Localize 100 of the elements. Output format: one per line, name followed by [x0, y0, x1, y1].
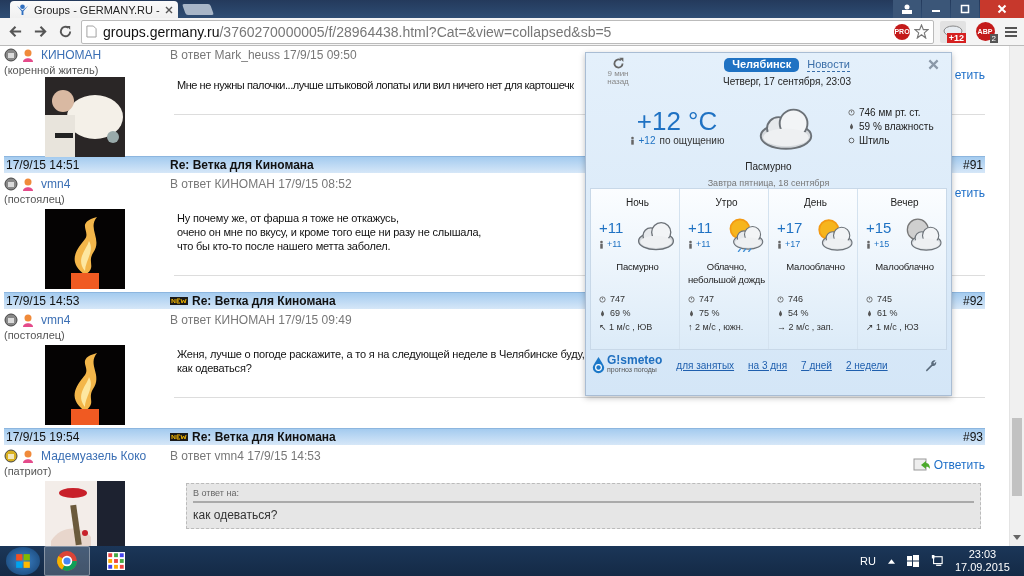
reply-icon — [912, 458, 931, 472]
quote-label: В ответ на: — [193, 488, 240, 498]
page-icon — [86, 25, 97, 38]
caret-up-icon[interactable] — [887, 558, 895, 564]
post-number: #93 — [962, 430, 984, 444]
clock-date[interactable]: 17.09.2015 — [954, 561, 1010, 574]
start-button[interactable] — [6, 547, 40, 575]
post-number: #91 — [962, 158, 984, 172]
condition-text: Пасмурно — [744, 161, 793, 172]
wrench-icon[interactable] — [924, 358, 937, 372]
forward-icon[interactable] — [33, 24, 48, 39]
gauge-icon — [599, 295, 606, 303]
pressure-text: 747 — [610, 294, 626, 304]
user-rank: (коренной житель) — [4, 64, 100, 76]
user-rank: (патриот) — [4, 465, 53, 477]
period-condition: Пасмурно — [615, 260, 660, 274]
wind-text: ↗ 1 м/с , ЮЗ — [866, 322, 919, 332]
temperature: +12 °C — [636, 106, 718, 135]
quote-text: как одеваться? — [193, 508, 279, 522]
wind-text: Штиль — [859, 134, 890, 146]
period-temperature: +17 — [777, 219, 803, 236]
humidity-text: 75 % — [699, 308, 720, 318]
date-time: Четверг, 17 сентября, 23:03 — [723, 76, 851, 87]
back-icon[interactable] — [8, 24, 23, 39]
period-condition: Облачно, небольшой дождь — [688, 260, 765, 287]
browser-taskbar-button[interactable] — [44, 546, 90, 576]
updated-text: 9 мин — [607, 70, 629, 78]
browser-tab[interactable]: Groups - GERMANY.RU - — [10, 1, 178, 18]
user-button[interactable] — [893, 0, 921, 18]
reply-to-text: В ответ Mark_heuss 17/9/15 09:50 — [170, 48, 357, 62]
wind-text: ↑ 2 м/с , южн. — [688, 322, 744, 332]
reply-link[interactable]: етить — [954, 186, 985, 200]
windows-logo-icon — [15, 553, 31, 569]
username-link[interactable]: КИНОМАН — [41, 48, 102, 62]
clock-time[interactable]: 23:03 — [968, 548, 997, 561]
reply-to-text: В ответ vmn4 17/9/15 14:53 — [170, 449, 321, 463]
user-rank: (постоялец) — [4, 329, 66, 341]
url-path: /3760270000005/f/28964438.html?Cat=&view=collapsed&sb=5 — [219, 23, 612, 40]
star-icon[interactable] — [914, 24, 929, 39]
location-tab[interactable]: Челябинск — [724, 58, 800, 72]
reload-icon[interactable] — [58, 24, 73, 39]
flag-icon[interactable] — [906, 555, 919, 567]
username-link[interactable]: Мадемуазель Коко — [41, 449, 147, 463]
humidity-text: 59 % влажность — [859, 120, 934, 132]
weather-extension-button[interactable]: +12 — [940, 20, 966, 43]
scroll-thumb[interactable] — [1012, 418, 1022, 496]
period-temperature: +11 — [688, 219, 713, 236]
close-icon — [997, 4, 1007, 14]
new-tab-button[interactable] — [182, 4, 214, 15]
username-link[interactable]: vmn4 — [41, 177, 71, 191]
post-title[interactable]: Re: Ветка для Киномана — [170, 158, 314, 172]
location-tab[interactable]: Новости — [807, 58, 850, 72]
close-icon[interactable] — [164, 5, 173, 14]
period-condition: Малооблачно — [785, 260, 846, 274]
drop-logo-icon — [592, 356, 605, 374]
forecast-link[interactable]: для занятых — [676, 359, 735, 371]
post-date: 17/9/15 14:53 — [5, 294, 81, 308]
wind-text: → 2 м/с , зап. — [777, 322, 834, 332]
post-title[interactable]: Re: Ветка для Киномана — [192, 430, 336, 444]
person-icon — [777, 239, 782, 249]
post-title[interactable]: Re: Ветка для Киномана — [192, 294, 336, 308]
humidity-text: 69 % — [610, 308, 631, 318]
username-link[interactable]: vmn4 — [41, 313, 71, 327]
person-icon — [629, 135, 635, 145]
post-number: #92 — [962, 294, 984, 308]
refresh-icon[interactable] — [611, 57, 625, 70]
scroll-down-icon[interactable] — [1013, 535, 1021, 540]
close-button[interactable] — [980, 0, 1024, 18]
message-text: Мне не нужны палочки...лучше штыковой лопаты или вил ничего нет для картошечк — [177, 78, 574, 92]
forecast-link[interactable]: на 3 дня — [748, 359, 788, 371]
maximize-button[interactable] — [951, 0, 979, 18]
person-icon — [599, 239, 604, 249]
drop-icon — [848, 122, 855, 130]
humidity-text: 61 % — [877, 308, 898, 318]
forecast-link[interactable]: 2 недели — [845, 359, 888, 371]
browser-icon — [56, 550, 78, 572]
scrollbar[interactable] — [1009, 46, 1024, 546]
reply-link[interactable]: етить — [954, 68, 985, 82]
feels-like-value: +17 — [785, 239, 801, 249]
drop-icon — [777, 309, 784, 317]
post-date: 17/9/15 14:51 — [5, 158, 81, 172]
forecast-date: Завтра пятница, 18 сентября — [706, 178, 831, 188]
language-indicator[interactable]: RU — [860, 555, 876, 567]
post-date: 17/9/15 19:54 — [5, 430, 81, 444]
rank-icon — [4, 177, 18, 191]
logo-text[interactable]: G!smeteo — [607, 355, 663, 365]
pressure-text: 745 — [877, 294, 893, 304]
user-icon — [21, 313, 35, 327]
reply-to-text: В ответ КИНОМАН 17/9/15 09:49 — [170, 313, 352, 327]
menu-icon[interactable] — [1004, 25, 1018, 38]
user-icon — [21, 449, 35, 463]
forecast-link[interactable]: 7 дней — [801, 359, 832, 371]
minimize-button[interactable] — [922, 0, 950, 18]
user-icon — [21, 177, 35, 191]
network-icon[interactable] — [930, 555, 943, 567]
rank-icon — [4, 48, 18, 62]
reply-to-text: В ответ КИНОМАН 17/9/15 08:52 — [170, 177, 352, 191]
reply-link[interactable]: Ответить — [912, 458, 985, 472]
url-host: groups.germany.ru — [103, 23, 220, 40]
user-icon — [21, 48, 35, 62]
